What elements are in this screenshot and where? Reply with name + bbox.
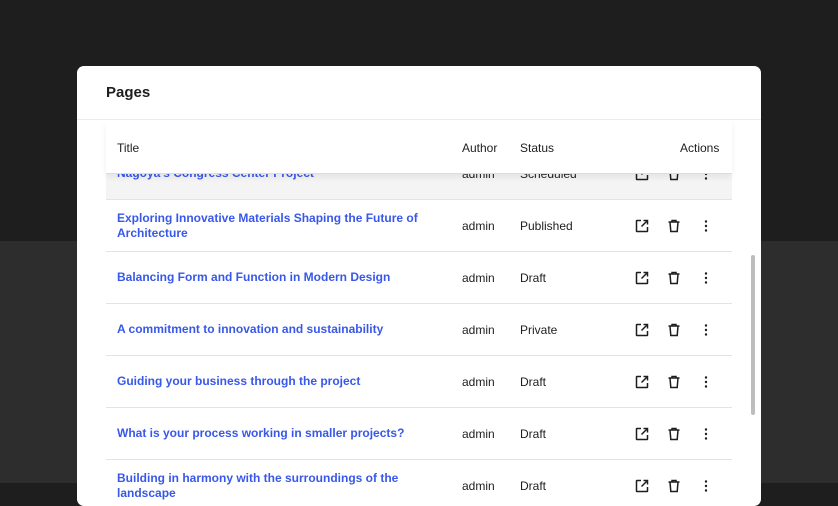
column-header-author[interactable]: Author (462, 141, 497, 155)
table-header: Title Author Status Actions (106, 120, 732, 174)
table-row: Exploring Innovative Materials Shaping t… (106, 200, 732, 252)
more-vertical-icon[interactable] (696, 476, 716, 496)
external-link-icon[interactable] (632, 424, 652, 444)
page-author: admin (462, 478, 495, 493)
trash-icon[interactable] (664, 372, 684, 392)
column-header-actions: Actions (680, 141, 720, 155)
pages-panel: Pages Title Author Status Actions Nagoya… (77, 66, 761, 506)
page-title-link[interactable]: Guiding your business through the projec… (117, 356, 437, 407)
page-status: Scheduled (520, 174, 577, 199)
table-row: A commitment to innovation and sustainab… (106, 304, 732, 356)
table-row: Guiding your business through the projec… (106, 356, 732, 408)
more-vertical-icon[interactable] (696, 320, 716, 340)
column-header-status[interactable]: Status (520, 141, 554, 155)
page-author: admin (462, 374, 495, 389)
more-vertical-icon[interactable] (696, 372, 716, 392)
trash-icon[interactable] (664, 216, 684, 236)
external-link-icon[interactable] (632, 476, 652, 496)
page-status: Draft (520, 478, 547, 493)
trash-icon[interactable] (664, 424, 684, 444)
external-link-icon[interactable] (632, 174, 652, 184)
more-vertical-icon[interactable] (696, 174, 716, 184)
page-author: admin (462, 174, 495, 199)
page-title-link[interactable]: Building in harmony with the surrounding… (117, 460, 437, 506)
page-status: Draft (520, 270, 547, 285)
page-title-link[interactable]: A commitment to innovation and sustainab… (117, 304, 437, 355)
scrollbar-thumb[interactable] (751, 255, 755, 415)
page-author: admin (462, 322, 495, 337)
page-title-link[interactable]: Balancing Form and Function in Modern De… (117, 252, 437, 303)
page-status: Private (520, 322, 558, 337)
column-header-title[interactable]: Title (117, 141, 139, 155)
table-row: Building in harmony with the surrounding… (106, 460, 732, 506)
more-vertical-icon[interactable] (696, 424, 716, 444)
more-vertical-icon[interactable] (696, 216, 716, 236)
table-row: Nagoya's Congress Center Project admin S… (106, 174, 732, 200)
page-title-link[interactable]: Nagoya's Congress Center Project (117, 174, 437, 199)
external-link-icon[interactable] (632, 268, 652, 288)
external-link-icon[interactable] (632, 372, 652, 392)
page-status: Draft (520, 374, 547, 389)
page-title-link[interactable]: What is your process working in smaller … (117, 408, 437, 459)
page-author: admin (462, 270, 495, 285)
table-body[interactable]: Nagoya's Congress Center Project admin S… (106, 174, 732, 506)
trash-icon[interactable] (664, 320, 684, 340)
trash-icon[interactable] (664, 174, 684, 184)
external-link-icon[interactable] (632, 216, 652, 236)
trash-icon[interactable] (664, 268, 684, 288)
page-author: admin (462, 426, 495, 441)
external-link-icon[interactable] (632, 320, 652, 340)
table-row: What is your process working in smaller … (106, 408, 732, 460)
trash-icon[interactable] (664, 476, 684, 496)
page-author: admin (462, 218, 495, 233)
more-vertical-icon[interactable] (696, 268, 716, 288)
table-row: Balancing Form and Function in Modern De… (106, 252, 732, 304)
page-status: Draft (520, 426, 547, 441)
panel-title: Pages (106, 84, 151, 101)
page-status: Published (520, 218, 573, 233)
page-title-link[interactable]: Exploring Innovative Materials Shaping t… (117, 200, 437, 251)
